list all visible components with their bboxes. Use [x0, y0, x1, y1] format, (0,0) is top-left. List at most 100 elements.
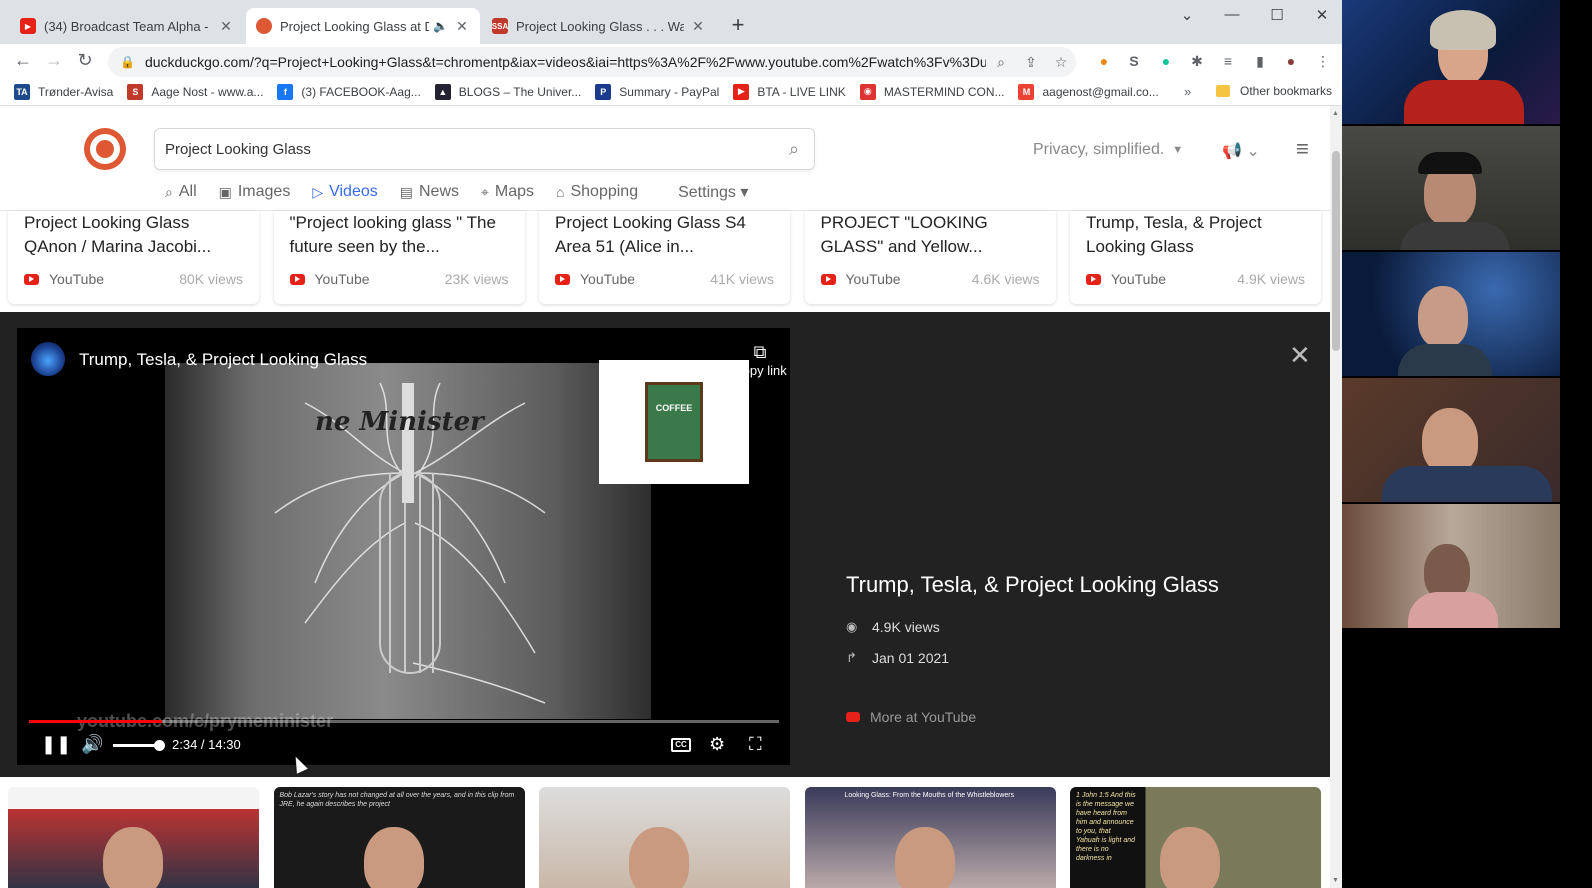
tab-all[interactable]: ⌕ All — [165, 182, 197, 202]
grammarly-icon[interactable]: ● — [1155, 50, 1177, 72]
media-control-icon[interactable]: ≡ — [1217, 50, 1239, 72]
tab-youtube[interactable]: ▶ (34) Broadcast Team Alpha - You ✕ — [10, 8, 244, 44]
close-window-button[interactable]: ✕ — [1307, 6, 1337, 24]
participant-tile[interactable] — [1342, 0, 1560, 124]
thumbnail-caption: Bob Lazar's story has not changed at all… — [279, 792, 515, 808]
tab-images[interactable]: ▣ Images — [219, 182, 291, 202]
video-result-card[interactable]: Trump, Tesla, & Project Looking Glass You… — [1070, 211, 1321, 304]
scroll-thumb[interactable] — [1332, 151, 1340, 351]
card-title[interactable]: Project Looking Glass S4 Area 51 (Alice … — [555, 211, 774, 259]
bookmark-item[interactable]: P Summary - PayPal — [595, 83, 719, 100]
participant-tile[interactable] — [1342, 126, 1560, 250]
participant-tile[interactable] — [1342, 252, 1560, 376]
zoom-icon[interactable]: ⌕ — [986, 54, 1016, 71]
tab-settings[interactable]: Settings ▾ — [678, 182, 748, 202]
forward-icon[interactable]: → — [43, 50, 65, 71]
pause-icon[interactable]: ❚❚ — [41, 734, 71, 755]
search-input[interactable]: Project Looking Glass — [165, 141, 774, 158]
speaker-icon[interactable]: 🔈 — [433, 19, 448, 33]
video-thumbnail[interactable] — [8, 787, 259, 888]
reload-icon[interactable]: ↻ — [74, 50, 96, 71]
bookmark-star-icon[interactable]: ☆ — [1046, 54, 1076, 71]
maximize-button[interactable]: ☐ — [1262, 6, 1292, 24]
video-thumbnail[interactable] — [539, 787, 790, 888]
more-bookmarks-icon[interactable]: » — [1184, 84, 1191, 99]
bookmark-item[interactable]: S Aage Nost - www.a... — [127, 83, 263, 100]
profile-avatar-icon[interactable]: ● — [1280, 50, 1302, 72]
settings-gear-icon[interactable]: ⚙ — [709, 734, 725, 755]
page-scrollbar[interactable]: ▲ ▼ — [1330, 106, 1342, 888]
participant-tile[interactable] — [1342, 378, 1560, 502]
copy-icon: ⧉ — [753, 342, 767, 362]
card-title[interactable]: PROJECT "LOOKING GLASS" and Yellow... — [821, 211, 1040, 259]
detail-title[interactable]: Trump, Tesla, & Project Looking Glass — [846, 572, 1219, 598]
tab-news[interactable]: ▤ News — [400, 182, 459, 202]
fullscreen-icon[interactable]: ⛶ — [749, 734, 762, 755]
video-result-card[interactable]: Project Looking Glass QAnon / Marina Jac… — [8, 211, 259, 304]
video-frame: ne Minister — [165, 363, 651, 719]
progress-bar[interactable] — [29, 720, 779, 723]
bookmark-item[interactable]: ▶ BTA - LIVE LINK — [733, 83, 846, 100]
browser-window: ▶ (34) Broadcast Team Alpha - You ✕ Proj… — [0, 0, 1342, 888]
back-icon[interactable]: ← — [12, 50, 34, 71]
video-result-card[interactable]: "Project looking glass " The future seen… — [273, 211, 525, 304]
privacy-dropdown[interactable]: Privacy, simplified. ▼ — [1033, 141, 1183, 159]
new-tab-button[interactable]: + — [728, 12, 748, 38]
close-tab-icon[interactable]: ✕ — [454, 18, 470, 35]
extension-s-icon[interactable]: S — [1123, 50, 1145, 72]
tab-duckduckgo[interactable]: Project Looking Glass at Duc 🔈 ✕ — [246, 8, 480, 44]
tab-search-icon[interactable]: ⌄ — [1172, 6, 1202, 24]
lock-icon: 🔒 — [120, 55, 135, 69]
video-thumbnail[interactable]: Bob Lazar's story has not changed at all… — [273, 787, 525, 888]
bookmark-item[interactable]: ▲ BLOGS – The Univer... — [434, 83, 581, 100]
tab-maps[interactable]: ⌖ Maps — [481, 182, 534, 202]
tab-videos[interactable]: ▷ Videos — [312, 182, 377, 202]
more-at-youtube-link[interactable]: More at YouTube — [846, 709, 976, 725]
tab-shopping[interactable]: ⌂ Shopping — [556, 182, 638, 202]
bookmark-item[interactable]: TA Trønder-Avisa — [14, 83, 113, 100]
thumbnail-face — [103, 827, 163, 888]
search-nav-tabs: ⌕ All ▣ Images ▷ Videos ▤ News ⌖ Maps ⌂ Shopping Set… — [165, 182, 770, 202]
other-bookmarks-folder[interactable]: Other bookmarks — [1216, 84, 1332, 98]
close-icon[interactable]: ✕ — [1289, 340, 1311, 371]
extension-honey-icon[interactable]: ● — [1093, 50, 1115, 72]
captions-icon[interactable]: CC — [671, 738, 691, 752]
video-thumbnail[interactable]: Looking Glass: From the Mouths of the Wh… — [804, 787, 1056, 888]
search-box[interactable]: Project Looking Glass ⌕ — [154, 128, 815, 170]
youtube-icon — [820, 273, 836, 285]
extensions-puzzle-icon[interactable]: ✱ — [1186, 50, 1208, 72]
search-icon[interactable]: ⌕ — [774, 139, 814, 160]
close-tab-icon[interactable]: ✕ — [218, 18, 234, 35]
megaphone-icon[interactable]: 📢 ⌄ — [1222, 141, 1260, 161]
hamburger-menu-icon[interactable]: ≡ — [1296, 136, 1309, 162]
video-result-card[interactable]: PROJECT "LOOKING GLASS" and Yellow... You… — [804, 211, 1056, 304]
bookmark-item[interactable]: Maagenost@gmail.co... — [1018, 83, 1159, 100]
volume-knob[interactable] — [154, 740, 165, 751]
menu-kebab-icon[interactable]: ⋮ — [1312, 50, 1334, 72]
thumbnail-face — [894, 827, 955, 888]
player-title[interactable]: Trump, Tesla, & Project Looking Glass — [79, 350, 367, 370]
copy-link-button[interactable]: ⧉ Copy link — [730, 342, 790, 378]
video-thumbnail[interactable]: 1 John 1:5 And this is the message we ha… — [1070, 787, 1321, 888]
video-result-card[interactable]: Project Looking Glass S4 Area 51 (Alice … — [539, 211, 790, 304]
close-tab-icon[interactable]: ✕ — [690, 18, 706, 35]
volume-slider[interactable] — [113, 740, 165, 751]
participant-tile[interactable] — [1342, 504, 1560, 628]
bookmark-item[interactable]: f (3) FACEBOOK-Aag... — [277, 83, 421, 100]
scroll-down-icon[interactable]: ▼ — [1332, 877, 1339, 884]
card-title[interactable]: "Project looking glass " The future seen… — [290, 211, 509, 259]
share-icon[interactable]: ⇪ — [1016, 54, 1046, 71]
card-title[interactable]: Trump, Tesla, & Project Looking Glass — [1086, 211, 1305, 259]
ad-overlay[interactable]: COFFEE — [599, 360, 749, 484]
card-title[interactable]: Project Looking Glass QAnon / Marina Jac… — [24, 211, 243, 259]
channel-avatar[interactable] — [31, 342, 65, 376]
duckduckgo-logo[interactable] — [84, 128, 126, 170]
tab-warning[interactable]: SSA Project Looking Glass . . . Warnin ✕ — [482, 8, 716, 44]
scroll-up-icon[interactable]: ▲ — [1332, 110, 1339, 117]
minimize-button[interactable]: — — [1217, 6, 1247, 23]
volume-icon[interactable]: 🔊 — [81, 734, 103, 755]
side-panel-icon[interactable]: ▮ — [1249, 50, 1271, 72]
address-bar[interactable]: 🔒 duckduckgo.com/?q=Project+Looking+Glas… — [108, 47, 1076, 77]
video-player[interactable]: ne Minister Trump, Tesla, & Project Look… — [17, 328, 790, 765]
bookmark-item[interactable]: ◉ MASTERMIND CON... — [859, 83, 1004, 100]
